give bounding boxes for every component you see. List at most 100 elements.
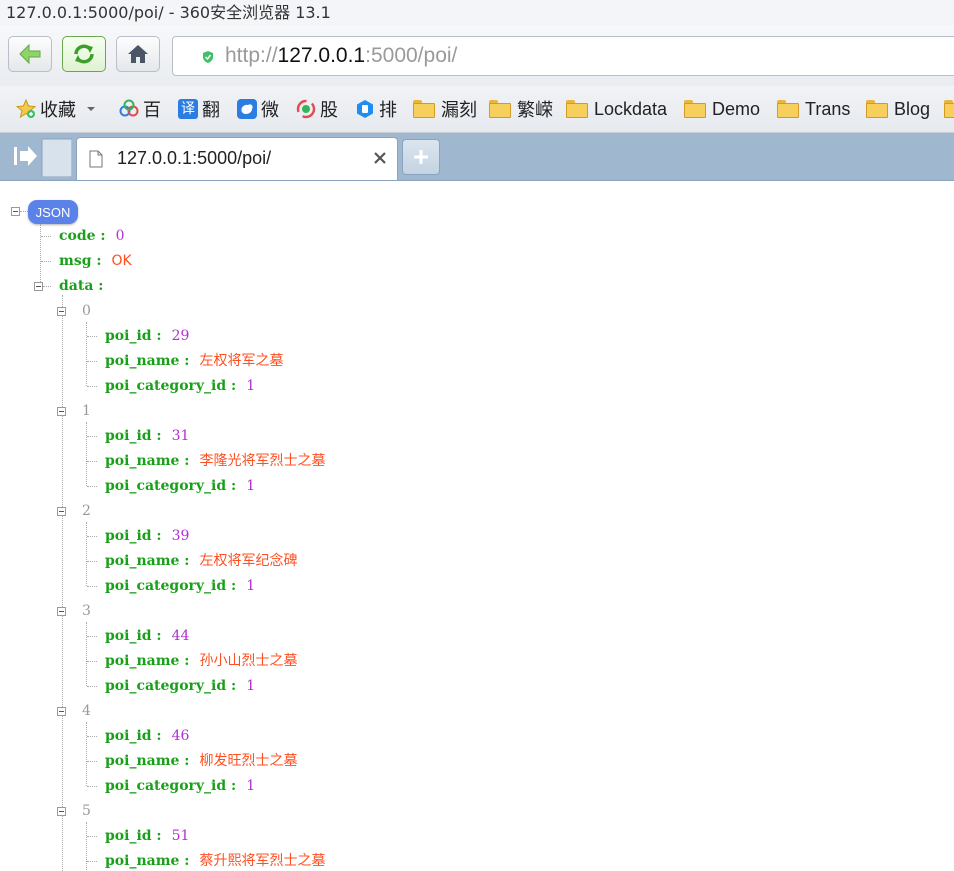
tab-active[interactable]: 127.0.0.1:5000/poi/ <box>76 137 398 180</box>
home-button[interactable] <box>116 36 160 72</box>
bookmark-folder-blog[interactable]: Blog <box>866 97 930 121</box>
json-key: poi_category_id : <box>105 778 237 794</box>
page-icon <box>89 150 103 168</box>
json-index: 3 <box>82 602 91 620</box>
json-value: 1 <box>246 678 256 694</box>
tree-connector <box>87 536 97 537</box>
window-title: 127.0.0.1:5000/poi/ - 360安全浏览器 13.1 <box>0 0 954 26</box>
json-row-poi-category-id: poi_category_id : 1 <box>105 577 255 595</box>
url-path: :5000/poi/ <box>365 44 458 67</box>
collapse-toggle-icon[interactable] <box>57 307 66 316</box>
collapse-toggle-icon[interactable] <box>57 707 66 716</box>
plus-icon <box>414 150 428 164</box>
collapse-toggle-icon[interactable] <box>57 507 66 516</box>
json-key: poi_category_id : <box>105 678 237 694</box>
security-shield-icon <box>203 51 213 63</box>
json-key: poi_id : <box>105 728 162 744</box>
collapse-toggle-icon[interactable] <box>57 607 66 616</box>
bookmark-translate[interactable]: 译 翻 <box>178 97 220 121</box>
collapse-toggle-icon[interactable] <box>34 282 43 291</box>
close-icon[interactable] <box>372 150 388 166</box>
array-index: 0 <box>82 303 91 319</box>
array-index: 3 <box>82 603 91 619</box>
collapse-toggle-icon[interactable] <box>57 407 66 416</box>
json-value: 1 <box>246 478 256 494</box>
tree-connector <box>87 661 97 662</box>
json-key: poi_id : <box>105 628 162 644</box>
bookmark-folder-demo[interactable]: Demo <box>684 97 760 121</box>
json-key: poi_name : <box>105 353 190 369</box>
bookmark-weibo[interactable]: 微 <box>237 97 279 121</box>
json-index: 5 <box>82 802 91 820</box>
tree-connector <box>87 636 97 637</box>
bookmark-baidu[interactable]: 百 <box>119 97 161 121</box>
json-root-badge[interactable]: JSON <box>28 200 78 224</box>
back-button[interactable] <box>8 36 52 72</box>
json-index: 0 <box>82 302 91 320</box>
bookmark-label: Trans <box>805 98 851 119</box>
back-arrow-icon <box>19 43 41 65</box>
folder-icon <box>866 100 888 118</box>
refresh-button[interactable] <box>62 36 106 72</box>
weibo-icon <box>237 99 257 119</box>
bookmark-stock[interactable]: 股 <box>296 97 338 121</box>
json-key: poi_id : <box>105 328 162 344</box>
json-index: 2 <box>82 502 91 520</box>
collapse-toggle-icon[interactable] <box>57 807 66 816</box>
tree-connector <box>87 461 97 462</box>
tree-connector <box>40 224 41 286</box>
bookmark-rank[interactable]: 排 <box>355 97 397 121</box>
json-row-poi-category-id: poi_category_id : 1 <box>105 777 255 795</box>
json-row-poi-category-id: poi_category_id : 1 <box>105 477 255 495</box>
bookmark-folder-trans[interactable]: Trans <box>777 97 850 121</box>
tree-connector <box>43 286 51 287</box>
bookmarks-bar: 收藏 百 译 翻 微 股 排 漏刻 繁嵘 Lockdata Demo Trans… <box>0 86 954 133</box>
bookmark-overflow-folder[interactable] <box>944 97 954 121</box>
bookmark-favorites[interactable]: 收藏 <box>16 97 98 121</box>
json-key: poi_name : <box>105 753 190 769</box>
tree-connector <box>87 336 97 337</box>
bookmark-folder-loukE[interactable]: 漏刻 <box>413 97 477 121</box>
navigation-toolbar: http://127.0.0.1:5000/poi/ <box>0 26 954 86</box>
json-value: 39 <box>171 528 190 544</box>
array-index: 4 <box>82 703 91 719</box>
bookmark-folder-lockdata[interactable]: Lockdata <box>566 97 672 121</box>
sidebar-toggle-button[interactable] <box>6 137 73 178</box>
bookmark-folder-fanrong[interactable]: 繁嵘 <box>489 97 553 121</box>
json-value: 0 <box>115 228 125 244</box>
json-row-poi-id: poi_id : 51 <box>105 827 189 845</box>
json-value: 51 <box>171 828 190 844</box>
tree-connector <box>86 622 87 686</box>
tree-connector <box>87 861 97 862</box>
collapse-toggle-icon[interactable] <box>11 207 20 216</box>
tree-connector <box>86 522 87 586</box>
tab-bar: 127.0.0.1:5000/poi/ <box>0 133 954 181</box>
tree-connector <box>20 211 28 212</box>
json-key: poi_category_id : <box>105 478 237 494</box>
json-index: 4 <box>82 702 91 720</box>
tree-connector <box>86 322 87 386</box>
json-row-poi-id: poi_id : 31 <box>105 427 189 445</box>
json-row-poi-id: poi_id : 46 <box>105 727 189 745</box>
json-value: 1 <box>246 778 256 794</box>
json-row-poi-category-id: poi_category_id : 1 <box>105 377 255 395</box>
tree-connector <box>86 422 87 486</box>
tree-connector <box>41 261 51 262</box>
new-tab-button[interactable] <box>402 139 440 175</box>
tree-connector <box>62 295 63 871</box>
tree-connector <box>87 736 97 737</box>
json-key: poi_id : <box>105 528 162 544</box>
address-bar[interactable]: http://127.0.0.1:5000/poi/ <box>172 36 954 76</box>
json-row-code: code : 0 <box>59 227 125 245</box>
tree-connector <box>87 361 97 362</box>
json-key: msg : <box>59 253 102 269</box>
json-row-msg: msg : OK <box>59 252 132 270</box>
json-value: 蔡升熙将军烈士之墓 <box>199 853 326 869</box>
json-row-poi-name: poi_name : 左权将军之墓 <box>105 352 283 370</box>
tree-connector <box>86 822 87 871</box>
tab-title: 127.0.0.1:5000/poi/ <box>117 148 272 168</box>
json-value: 29 <box>171 328 190 344</box>
url-host: 127.0.0.1 <box>277 44 366 67</box>
tree-connector <box>87 586 97 587</box>
tree-connector <box>87 761 97 762</box>
